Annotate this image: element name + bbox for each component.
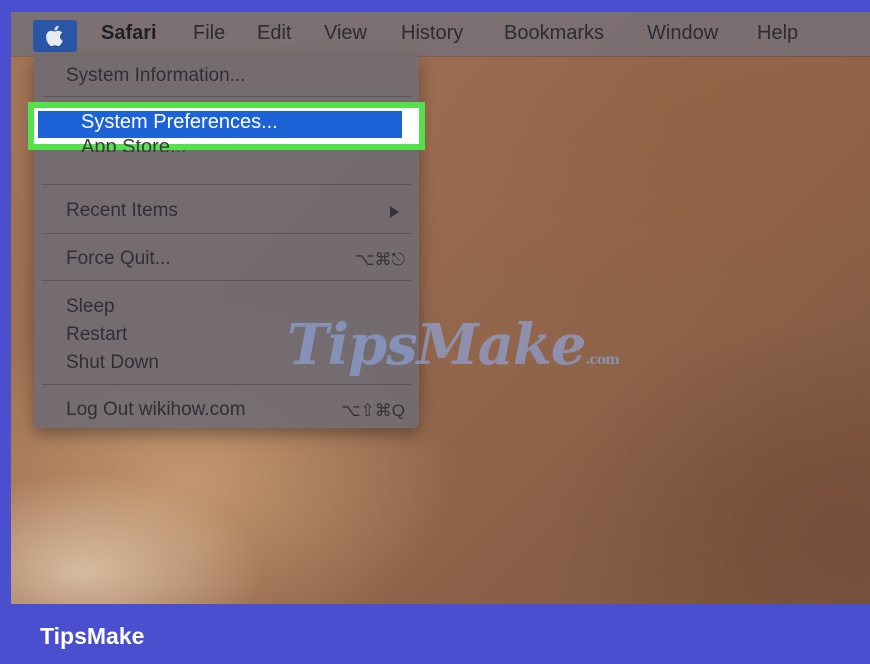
menu-item-restart[interactable]: Restart	[66, 324, 127, 346]
apple-icon	[46, 25, 63, 47]
desktop-screenshot: Safari File Edit View History Bookmarks …	[11, 12, 870, 604]
menu-item-recent-items[interactable]: Recent Items	[66, 200, 178, 222]
menu-separator	[42, 233, 411, 234]
menu-separator	[42, 96, 411, 97]
footer-brand: TipsMake	[40, 623, 145, 649]
menubar-help[interactable]: Help	[757, 22, 798, 45]
watermark-logo: TipsMake.com	[287, 312, 620, 378]
menu-item-system-preferences[interactable]: System Preferences...	[38, 111, 402, 138]
apple-menu-button[interactable]	[33, 20, 77, 52]
menu-item-sleep[interactable]: Sleep	[66, 296, 115, 318]
highlight-box: System Preferences... App Store...	[28, 102, 425, 152]
menu-item-system-information[interactable]: System Information...	[66, 65, 246, 87]
menubar-history[interactable]: History	[401, 22, 463, 45]
menu-separator	[42, 384, 411, 385]
menu-item-force-quit[interactable]: Force Quit...	[66, 248, 171, 270]
submenu-arrow-icon	[390, 206, 399, 218]
menu-item-app-store-partial[interactable]: App Store...	[81, 136, 187, 152]
footer-bar: TipsMake	[0, 604, 870, 664]
menu-separator	[42, 184, 411, 185]
menubar-file[interactable]: File	[193, 22, 225, 45]
menu-separator	[42, 280, 411, 281]
menu-item-log-out[interactable]: Log Out wikihow.com	[66, 399, 246, 421]
force-quit-shortcut: ⌥⌘⎋	[354, 250, 405, 269]
menubar-bookmarks[interactable]: Bookmarks	[504, 22, 604, 45]
menu-bar: Safari File Edit View History Bookmarks …	[11, 12, 870, 56]
system-preferences-label: System Preferences...	[81, 111, 278, 133]
watermark-suffix: .com	[585, 352, 620, 368]
menubar-window[interactable]: Window	[647, 22, 718, 45]
menubar-view[interactable]: View	[324, 22, 367, 45]
menu-item-shut-down[interactable]: Shut Down	[66, 352, 159, 374]
watermark-text: TipsMake	[287, 312, 586, 378]
log-out-shortcut: ⌥⇧⌘Q	[340, 401, 405, 420]
menubar-safari[interactable]: Safari	[101, 22, 157, 45]
menubar-edit[interactable]: Edit	[257, 22, 291, 45]
